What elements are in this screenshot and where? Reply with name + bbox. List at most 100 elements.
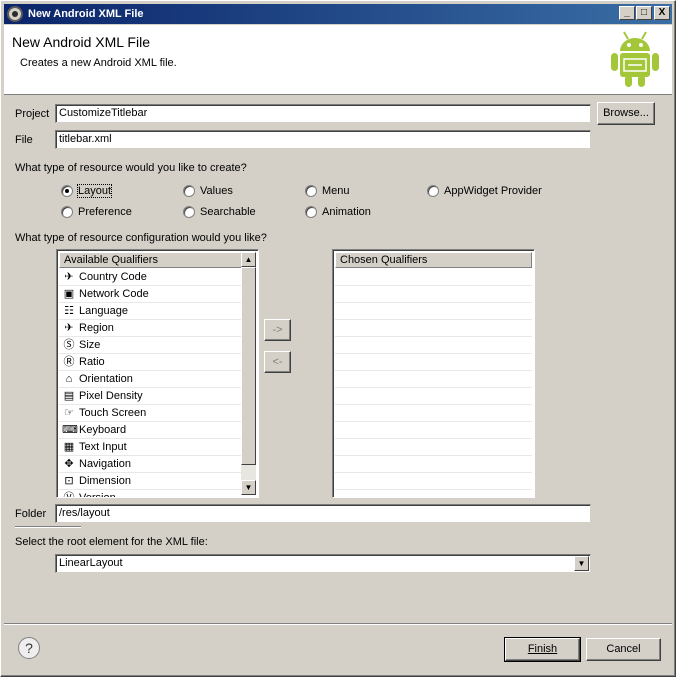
finish-label: Finish xyxy=(527,643,558,655)
qualifier-item[interactable]: Ⓢ Size xyxy=(59,337,241,354)
qualifiers-scrollbar[interactable]: ▲ ▼ xyxy=(241,252,256,495)
radio-indicator xyxy=(61,185,73,197)
language-icon: ☷ xyxy=(64,305,74,317)
chosen-empty-row xyxy=(335,303,532,320)
dialog-window: New Android XML File _ □ X New Android X… xyxy=(0,0,676,677)
root-element-value: LinearLayout xyxy=(59,557,123,569)
maximize-button[interactable]: □ xyxy=(636,6,652,20)
qualifier-label: Size xyxy=(79,339,101,351)
size-icon: Ⓢ xyxy=(63,339,75,351)
qualifier-label: Touch Screen xyxy=(79,407,147,419)
radio-indicator xyxy=(61,206,73,218)
available-qualifiers-list[interactable]: Available Qualifiers ✈ Country Code ▣ Netwo… xyxy=(56,249,259,498)
qualifier-item[interactable]: Ⓡ Ratio xyxy=(59,354,241,371)
configuration-question: What type of resource configuration woul… xyxy=(15,232,267,244)
browse-button[interactable]: Browse... xyxy=(597,102,655,125)
chosen-empty-row xyxy=(335,422,532,439)
eclipse-app-icon xyxy=(7,6,23,22)
qualifier-item[interactable]: ▤ Pixel Density xyxy=(59,388,241,405)
qualifier-item[interactable]: ☞ Touch Screen xyxy=(59,405,241,422)
wizard-title: New Android XML File xyxy=(12,34,150,50)
radio-label: Searchable xyxy=(200,206,256,218)
chosen-empty-row xyxy=(335,405,532,422)
qualifier-label: Orientation xyxy=(79,373,133,385)
ratio-icon: Ⓡ xyxy=(63,356,75,368)
radio-label: AppWidget Provider xyxy=(444,185,542,197)
scroll-up-button[interactable]: ▲ xyxy=(241,252,256,267)
folder-input[interactable]: /res/layout xyxy=(55,504,591,523)
project-label: Project xyxy=(15,108,50,120)
footer-separator xyxy=(4,623,672,625)
radio-indicator xyxy=(427,185,439,197)
qualifier-label: Country Code xyxy=(79,271,147,283)
region-icon: ✈ xyxy=(64,322,74,334)
scroll-thumb[interactable] xyxy=(241,267,256,465)
chosen-empty-row xyxy=(335,388,532,405)
qualifier-item[interactable]: ✥ Navigation xyxy=(59,456,241,473)
radio-label: Values xyxy=(200,185,233,197)
qualifier-item[interactable]: ✈ Region xyxy=(59,320,241,337)
help-icon[interactable]: ? xyxy=(18,637,40,659)
radio-indicator xyxy=(305,206,317,218)
radio-label: Menu xyxy=(322,185,350,197)
qualifier-item[interactable]: ▣ Network Code xyxy=(59,286,241,303)
scroll-down-button[interactable]: ▼ xyxy=(241,480,256,495)
chosen-empty-row xyxy=(335,354,532,371)
version-icon: Ⓥ xyxy=(63,492,75,498)
qualifier-item[interactable]: ☷ Language xyxy=(59,303,241,320)
country-code-icon: ✈ xyxy=(64,271,74,283)
qualifier-label: Language xyxy=(79,305,128,317)
window-title: New Android XML File xyxy=(28,8,144,20)
text-input-icon: ▦ xyxy=(63,441,75,453)
cancel-button[interactable]: Cancel xyxy=(586,638,661,661)
navigation-icon: ✥ xyxy=(64,458,74,470)
chosen-empty-row xyxy=(335,337,532,354)
pixel-density-icon: ▤ xyxy=(63,390,75,402)
qualifier-item[interactable]: ⌂ Orientation xyxy=(59,371,241,388)
touch-screen-icon: ☞ xyxy=(64,407,74,419)
wizard-header: New Android XML File Creates a new Andro… xyxy=(4,25,672,95)
chevron-down-icon[interactable]: ▼ xyxy=(574,556,589,571)
finish-button[interactable]: Finish xyxy=(504,637,581,662)
file-input[interactable]: titlebar.xml xyxy=(55,130,591,149)
qualifier-label: Keyboard xyxy=(79,424,127,436)
folder-label: Folder xyxy=(15,508,47,520)
title-bar[interactable]: New Android XML File _ □ X xyxy=(4,4,672,24)
chosen-empty-row xyxy=(335,439,532,456)
qualifier-label: Text Input xyxy=(79,441,127,453)
radio-label: Preference xyxy=(78,206,132,218)
qualifier-label: Dimension xyxy=(79,475,131,487)
wizard-description: Creates a new Android XML file. xyxy=(20,57,177,69)
radio-indicator xyxy=(183,206,195,218)
android-logo-icon xyxy=(611,31,659,87)
radio-label: Layout xyxy=(76,184,113,198)
chosen-qualifiers-list[interactable]: Chosen Qualifiers xyxy=(332,249,535,498)
radio-label: Animation xyxy=(322,206,371,218)
chosen-empty-row xyxy=(335,456,532,473)
chosen-empty-row xyxy=(335,473,532,490)
qualifier-label: Pixel Density xyxy=(79,390,143,402)
chosen-empty-row xyxy=(335,286,532,303)
add-qualifier-button[interactable]: -> xyxy=(264,319,291,341)
minimize-button[interactable]: _ xyxy=(619,6,635,20)
dimension-icon: ⊡ xyxy=(64,475,74,487)
project-input[interactable]: CustomizeTitlebar xyxy=(55,104,591,123)
qualifier-item[interactable]: ▦ Text Input xyxy=(59,439,241,456)
remove-qualifier-button[interactable]: <- xyxy=(264,351,291,373)
qualifier-item[interactable]: ⌨ Keyboard xyxy=(59,422,241,439)
chosen-empty-row xyxy=(335,269,532,286)
file-label: File xyxy=(15,134,33,146)
keyboard-icon: ⌨ xyxy=(62,424,78,436)
radio-indicator xyxy=(183,185,195,197)
qualifier-label: Region xyxy=(79,322,114,334)
qualifier-item[interactable]: Ⓥ Version xyxy=(59,490,241,498)
qualifier-item[interactable]: ✈ Country Code xyxy=(59,269,241,286)
radio-indicator xyxy=(305,185,317,197)
qualifier-item[interactable]: ⊡ Dimension xyxy=(59,473,241,490)
available-qualifiers-header[interactable]: Available Qualifiers xyxy=(59,252,242,268)
qualifier-label: Ratio xyxy=(79,356,105,368)
root-element-select[interactable]: LinearLayout ▼ xyxy=(55,554,591,573)
orientation-icon: ⌂ xyxy=(65,373,73,385)
close-button[interactable]: X xyxy=(654,6,670,20)
chosen-qualifiers-header[interactable]: Chosen Qualifiers xyxy=(335,252,532,268)
